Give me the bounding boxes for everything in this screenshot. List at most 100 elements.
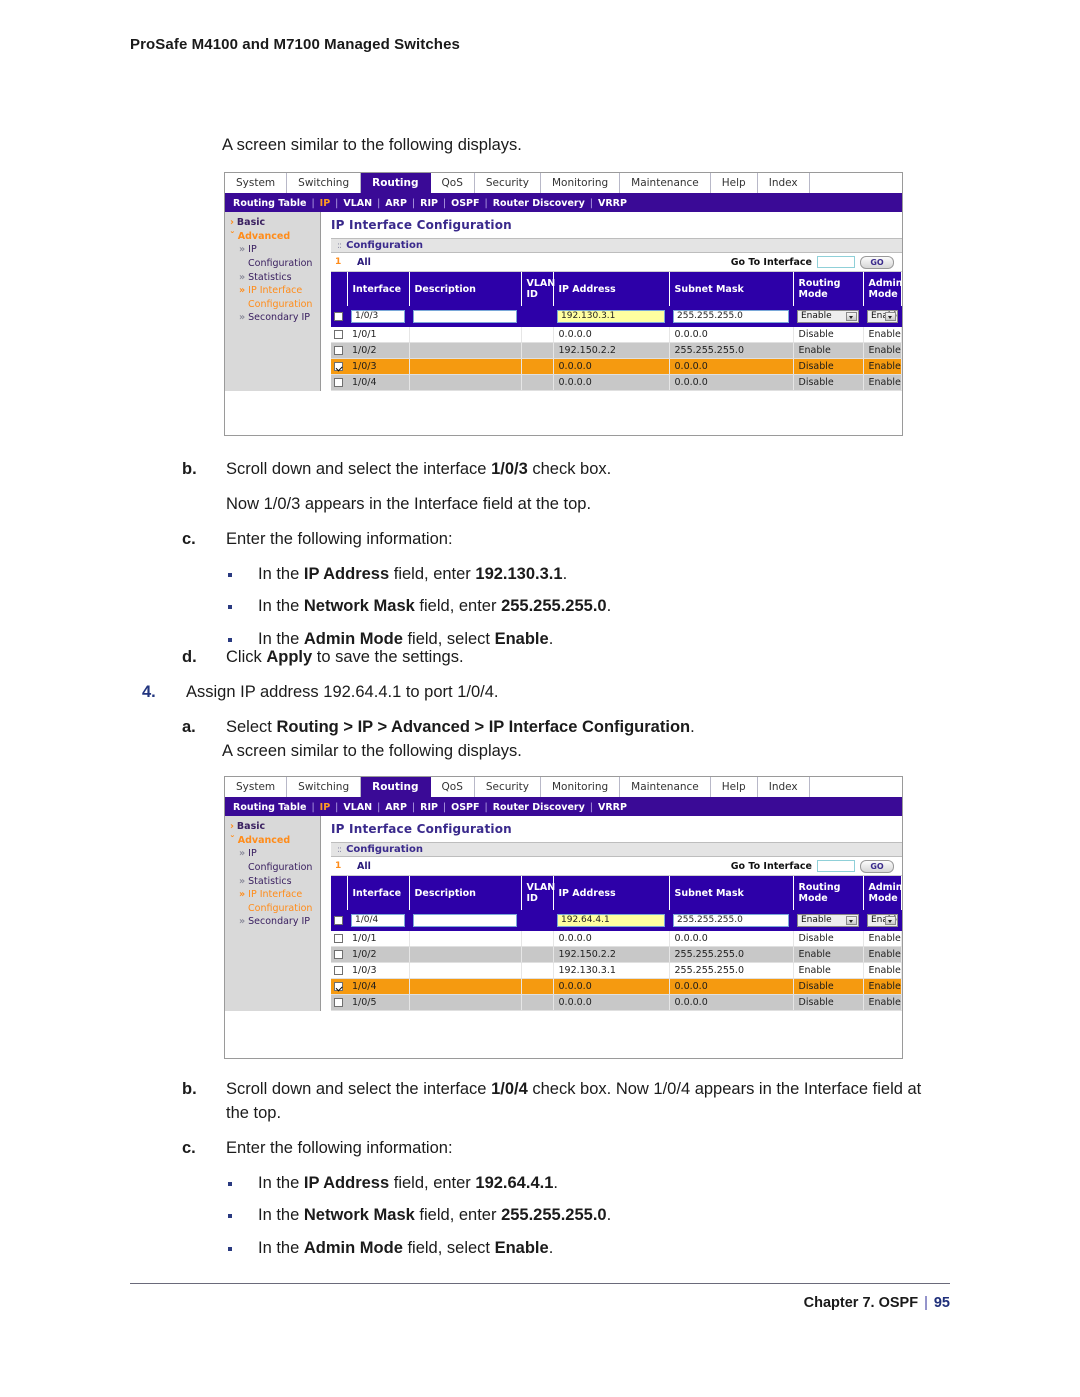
sidebar-item-ip-interface[interactable]: » IP Interface (230, 285, 320, 299)
subnav-item-routing-table[interactable]: Routing Table (233, 802, 306, 813)
row-checkbox[interactable] (334, 330, 343, 339)
sidebar-item-configuration[interactable]: Configuration (230, 903, 320, 917)
subnet-mask-input[interactable]: 255.255.255.0 (673, 914, 789, 927)
sidebar-item-advanced[interactable]: ˇ Advanced (230, 231, 320, 245)
sidebar-item-secondary-ip[interactable]: » Secondary IP (230, 312, 320, 326)
sidebar-item-basic[interactable]: › Basic (230, 217, 320, 231)
go-button[interactable]: GO (860, 255, 894, 269)
tab-maintenance[interactable]: Maintenance (620, 173, 711, 193)
admin-mode-cell: Enable (863, 946, 902, 963)
tab-security[interactable]: Security (474, 777, 541, 797)
subnav-item-router-discovery[interactable]: Router Discovery (493, 802, 585, 813)
tab-system[interactable]: System (225, 777, 288, 797)
subnav-item-vlan[interactable]: VLAN (343, 198, 372, 209)
step-marker-number: 4. (142, 682, 156, 701)
vlan-id-cell (521, 306, 553, 327)
admin-mode-select[interactable]: Enable (867, 310, 898, 323)
interface-input[interactable]: 1/0/3 (351, 310, 405, 323)
row-checkbox[interactable] (334, 950, 343, 959)
sidebar-item-advanced[interactable]: ˇ Advanced (230, 835, 320, 849)
tab-help[interactable]: Help (710, 173, 758, 193)
tab-switching[interactable]: Switching (287, 777, 362, 797)
interface-input[interactable]: 1/0/4 (351, 914, 405, 927)
tab-index[interactable]: Index (757, 777, 810, 797)
table-row[interactable]: 1/0/3 0.0.0.0 0.0.0.0 Disable Enable (331, 358, 902, 375)
goto-interface-input[interactable] (817, 256, 855, 268)
sidebar-item-statistics[interactable]: » Statistics (230, 272, 320, 286)
sidebar-item-ip[interactable]: » IP (230, 848, 320, 862)
subnet-mask-cell: 255.255.255.0 (669, 962, 794, 979)
subnav-item-ospf[interactable]: OSPF (451, 198, 479, 209)
ip-address-input[interactable]: 192.64.4.1 (557, 914, 665, 927)
row-checkbox[interactable] (334, 966, 343, 975)
subnav-item-rip[interactable]: RIP (420, 802, 438, 813)
sidebar-item-basic[interactable]: › Basic (230, 821, 320, 835)
table-row[interactable]: 1/0/1 0.0.0.0 0.0.0.0 Disable Enable (331, 931, 902, 947)
subnav-item-ip[interactable]: IP (320, 198, 331, 209)
routing-mode-select[interactable]: Enable (797, 914, 859, 927)
subnav-item-ospf[interactable]: OSPF (451, 802, 479, 813)
tab-qos[interactable]: QoS (430, 173, 475, 193)
vlan-id-cell (521, 910, 553, 931)
sidebar-item-label: Configuration (248, 902, 313, 914)
sidebar-item-configuration[interactable]: Configuration (230, 862, 320, 876)
row-checkbox[interactable] (334, 378, 343, 387)
tab-system[interactable]: System (225, 173, 288, 193)
row-checkbox-cell (331, 946, 347, 963)
row-checkbox[interactable] (334, 916, 343, 925)
column-header-description: Description (409, 876, 522, 910)
subnav-item-vrrp[interactable]: VRRP (598, 198, 627, 209)
subnav-item-vlan[interactable]: VLAN (343, 802, 372, 813)
sidebar-item-configuration[interactable]: Configuration (230, 299, 320, 313)
subnav-item-arp[interactable]: ARP (385, 198, 407, 209)
description-cell (409, 342, 522, 359)
row-checkbox[interactable] (334, 982, 343, 991)
row-checkbox[interactable] (334, 312, 343, 321)
row-checkbox[interactable] (334, 346, 343, 355)
go-button[interactable]: GO (860, 859, 894, 873)
tab-index[interactable]: Index (757, 173, 810, 193)
sidebar-item-statistics[interactable]: » Statistics (230, 876, 320, 890)
tab-routing[interactable]: Routing (361, 173, 431, 193)
table-row[interactable]: 1/0/2 192.150.2.2 255.255.255.0 Enable Enabl… (331, 946, 902, 963)
ip-address-cell: 0.0.0.0 (553, 931, 670, 947)
subnav-item-rip[interactable]: RIP (420, 198, 438, 209)
tab-monitoring[interactable]: Monitoring (540, 777, 621, 797)
goto-interface-input[interactable] (817, 860, 855, 872)
ip-address-input[interactable]: 192.130.3.1 (557, 310, 665, 323)
table-row[interactable]: 1/0/4 0.0.0.0 0.0.0.0 Disable Enable (331, 374, 902, 391)
sidebar-item-configuration[interactable]: Configuration (230, 258, 320, 272)
routing-mode-select[interactable]: Enable (797, 310, 859, 323)
row-checkbox[interactable] (334, 934, 343, 943)
table-row[interactable]: 1/0/5 0.0.0.0 0.0.0.0 Disable Enable (331, 994, 902, 1011)
tab-qos[interactable]: QoS (430, 777, 475, 797)
subnet-mask-input[interactable]: 255.255.255.0 (673, 310, 789, 323)
tab-monitoring[interactable]: Monitoring (540, 173, 621, 193)
table-row[interactable]: 1/0/4 0.0.0.0 0.0.0.0 Disable Enable (331, 978, 902, 995)
tab-routing[interactable]: Routing (361, 777, 431, 797)
description-cell (409, 358, 522, 375)
tab-maintenance[interactable]: Maintenance (620, 777, 711, 797)
tab-security[interactable]: Security (474, 173, 541, 193)
sidebar-item-secondary-ip[interactable]: » Secondary IP (230, 916, 320, 930)
tab-bar-filler (809, 777, 902, 797)
row-checkbox[interactable] (334, 362, 343, 371)
description-cell (409, 374, 522, 391)
tab-help[interactable]: Help (710, 777, 758, 797)
description-cell (409, 962, 522, 979)
admin-mode-select[interactable]: Enable (867, 914, 898, 927)
subnav-item-vrrp[interactable]: VRRP (598, 802, 627, 813)
row-checkbox[interactable] (334, 998, 343, 1007)
sidebar-item-ip[interactable]: » IP (230, 244, 320, 258)
table-row[interactable]: 1/0/2 192.150.2.2 255.255.255.0 Enable Enabl… (331, 342, 902, 359)
subnav-item-ip[interactable]: IP (320, 802, 331, 813)
subnav-item-routing-table[interactable]: Routing Table (233, 198, 306, 209)
subnav-item-router-discovery[interactable]: Router Discovery (493, 198, 585, 209)
sidebar-item-ip-interface[interactable]: » IP Interface (230, 889, 320, 903)
description-input[interactable] (413, 310, 517, 323)
tab-switching[interactable]: Switching (287, 173, 362, 193)
table-row[interactable]: 1/0/1 0.0.0.0 0.0.0.0 Disable Enable (331, 327, 902, 343)
table-row[interactable]: 1/0/3 192.130.3.1 255.255.255.0 Enable Enabl… (331, 962, 902, 979)
subnav-item-arp[interactable]: ARP (385, 802, 407, 813)
description-input[interactable] (413, 914, 517, 927)
